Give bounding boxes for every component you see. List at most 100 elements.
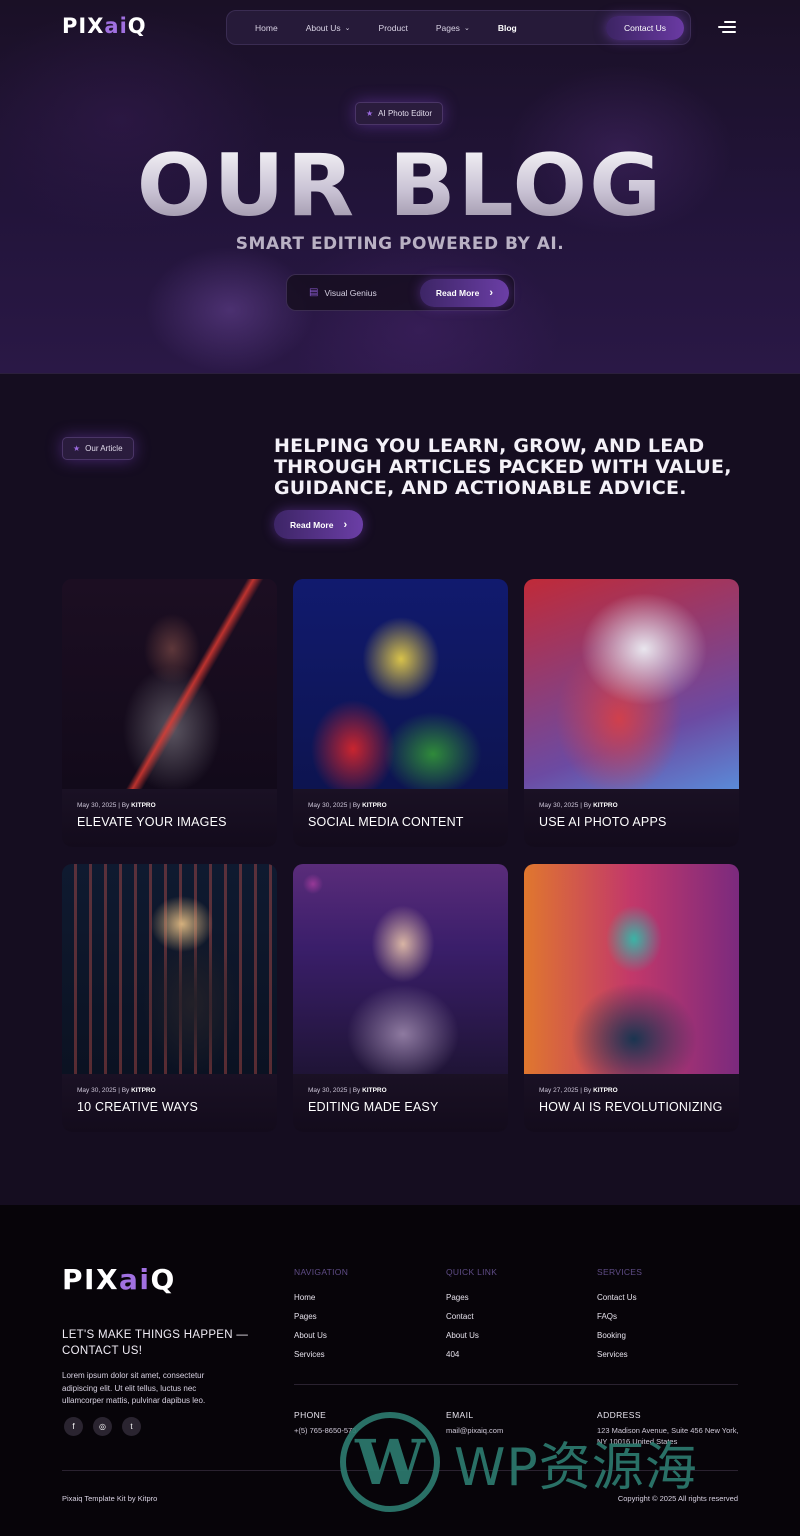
cta-left-text: Visual Genius — [324, 287, 377, 298]
footer-description: Lorem ipsum dolor sit amet, consectetur … — [62, 1371, 206, 1405]
footer-link[interactable]: 404 — [446, 1350, 497, 1359]
chevron-down-icon: ⌄ — [463, 24, 470, 32]
blog-card-meta: May 27, 2025 | By KITPRO — [539, 1087, 724, 1094]
blog-card-image[interactable] — [293, 579, 508, 789]
nav-home[interactable]: Home — [241, 16, 292, 40]
footer-link[interactable]: FAQs — [597, 1312, 642, 1321]
hero-section: PIXaiQ Home About Us ⌄ Product Pages ⌄ Blo… — [0, 0, 800, 374]
blog-card-info: May 30, 2025 | By KITPRO 10 CREATIVE WAY… — [62, 1074, 277, 1132]
footer-link[interactable]: Services — [597, 1350, 642, 1359]
footer-column-services: SERVICES Contact Us FAQs Booking Service… — [597, 1267, 642, 1369]
blog-card-info: May 30, 2025 | By KITPRO EDITING MADE EA… — [293, 1074, 508, 1132]
nav-label: Product — [378, 22, 408, 33]
nav-blog[interactable]: Blog — [484, 16, 531, 40]
facebook-icon[interactable]: f — [64, 1417, 83, 1436]
blog-card-title[interactable]: HOW AI IS REVOLUTIONIZING — [539, 1100, 724, 1114]
chevron-right-icon: › — [489, 286, 493, 299]
footer-link[interactable]: About Us — [446, 1331, 497, 1340]
footer-column-navigation: NAVIGATION Home Pages About Us Services — [294, 1267, 348, 1369]
button-label: Read More — [290, 519, 334, 530]
blog-card-image[interactable] — [524, 579, 739, 789]
footer-link[interactable]: Contact Us — [597, 1293, 642, 1302]
logo-ai-mark: ai — [104, 14, 128, 38]
logo-text: PIX — [62, 14, 105, 38]
blog-card-image[interactable] — [524, 864, 739, 1074]
blog-card[interactable]: May 30, 2025 | By KITPRO USE AI PHOTO AP… — [524, 579, 739, 847]
articles-section: ★ Our Article HELPING YOU LEARN, GROW, A… — [0, 375, 800, 1205]
brand-logo[interactable]: PIXaiQ — [62, 14, 147, 38]
hero-cta-bar: ▤ Visual Genius Read More › — [286, 274, 515, 311]
footer-logo[interactable]: PIXaiQ — [62, 1263, 176, 1296]
post-author: KITPRO — [362, 802, 387, 809]
main-nav: Home About Us ⌄ Product Pages ⌄ Blog Conta… — [226, 10, 691, 45]
post-date: May 30, 2025 | By — [308, 1087, 363, 1094]
footer-link[interactable]: Pages — [294, 1312, 348, 1321]
footer-column-heading: NAVIGATION — [294, 1267, 349, 1277]
blog-card-meta: May 30, 2025 | By KITPRO — [539, 802, 724, 809]
nav-label: Pages — [435, 22, 460, 33]
blog-card[interactable]: May 27, 2025 | By KITPRO HOW AI IS REVOL… — [524, 864, 739, 1132]
watermark: W WP资源海 — [340, 1412, 785, 1512]
articles-tag: ★ Our Article — [62, 437, 134, 460]
footer-link[interactable]: Home — [294, 1293, 348, 1302]
articles-read-more-button[interactable]: Read More › — [274, 510, 364, 539]
logo-text: Q — [127, 14, 147, 38]
instagram-icon[interactable]: ◎ — [93, 1417, 112, 1436]
articles-headline: HELPING YOU LEARN, GROW, AND LEAD THROUG… — [274, 435, 732, 499]
hero-read-more-button[interactable]: Read More › — [419, 278, 509, 307]
blog-card-title[interactable]: SOCIAL MEDIA CONTENT — [308, 815, 493, 829]
blog-card[interactable]: May 30, 2025 | By KITPRO EDITING MADE EA… — [293, 864, 508, 1132]
star-icon: ★ — [73, 444, 81, 453]
post-date: May 30, 2025 | By — [539, 802, 594, 809]
footer-link[interactable]: About Us — [294, 1331, 348, 1340]
blog-card[interactable]: May 30, 2025 | By KITPRO SOCIAL MEDIA CO… — [293, 579, 508, 847]
page-title: OUR BLOG — [0, 136, 800, 236]
footer-link[interactable]: Booking — [597, 1331, 642, 1340]
blog-card-info: May 30, 2025 | By KITPRO ELEVATE YOUR IM… — [62, 789, 277, 847]
hamburger-bar — [722, 31, 736, 33]
visual-genius-label: ▤ Visual Genius — [309, 287, 377, 298]
blog-card-title[interactable]: 10 CREATIVE WAYS — [77, 1100, 262, 1114]
post-date: May 27, 2025 | By — [539, 1087, 594, 1094]
blog-card[interactable]: May 30, 2025 | By KITPRO 10 CREATIVE WAY… — [62, 864, 277, 1132]
blog-card-info: May 30, 2025 | By KITPRO USE AI PHOTO AP… — [524, 789, 739, 847]
post-author: KITPRO — [362, 1087, 387, 1094]
contact-us-button[interactable]: Contact Us — [605, 15, 684, 40]
footer-link[interactable]: Contact — [446, 1312, 497, 1321]
blog-card-meta: May 30, 2025 | By KITPRO — [77, 1087, 262, 1094]
blog-card-title[interactable]: ELEVATE YOUR IMAGES — [77, 815, 262, 829]
blog-card-info: May 30, 2025 | By KITPRO SOCIAL MEDIA CO… — [293, 789, 508, 847]
post-author: KITPRO — [131, 802, 156, 809]
nav-label: About Us — [305, 22, 341, 33]
blog-card-info: May 27, 2025 | By KITPRO HOW AI IS REVOL… — [524, 1074, 739, 1132]
logo-text: Q — [150, 1263, 176, 1296]
hero-subtitle: SMART EDITING POWERED BY AI. — [235, 234, 565, 254]
blog-card-title[interactable]: USE AI PHOTO APPS — [539, 815, 724, 829]
star-icon: ★ — [366, 109, 374, 118]
post-author: KITPRO — [593, 802, 618, 809]
blog-card-image[interactable] — [293, 864, 508, 1074]
blog-card-title[interactable]: EDITING MADE EASY — [308, 1100, 493, 1114]
chevron-down-icon: ⌄ — [344, 24, 351, 32]
post-date: May 30, 2025 | By — [77, 802, 132, 809]
blog-card-image[interactable] — [62, 864, 277, 1074]
chevron-right-icon: › — [343, 518, 348, 531]
nav-product[interactable]: Product — [365, 16, 422, 40]
hero-tag: ★ AI Photo Editor — [355, 102, 443, 125]
footer-tagline: LET'S MAKE THINGS HAPPEN — CONTACT US! — [62, 1329, 249, 1357]
footer-link[interactable]: Services — [294, 1350, 348, 1359]
twitter-icon[interactable]: t — [122, 1417, 141, 1436]
nav-about-us[interactable]: About Us ⌄ — [292, 16, 365, 40]
image-stack-icon: ▤ — [309, 287, 319, 298]
blog-card-meta: May 30, 2025 | By KITPRO — [308, 1087, 493, 1094]
hamburger-menu-icon[interactable] — [718, 21, 736, 33]
footer-link[interactable]: Pages — [446, 1293, 497, 1302]
nav-pages[interactable]: Pages ⌄ — [422, 16, 484, 40]
button-label: Read More — [435, 287, 480, 298]
blog-card[interactable]: May 30, 2025 | By KITPRO ELEVATE YOUR IM… — [62, 579, 277, 847]
post-author: KITPRO — [131, 1087, 156, 1094]
nav-label: Blog — [497, 22, 517, 33]
blog-card-image[interactable] — [62, 579, 277, 789]
footer-column-quick-link: QUICK LINK Pages Contact About Us 404 — [446, 1267, 497, 1369]
logo-ai-mark: ai — [119, 1263, 151, 1296]
